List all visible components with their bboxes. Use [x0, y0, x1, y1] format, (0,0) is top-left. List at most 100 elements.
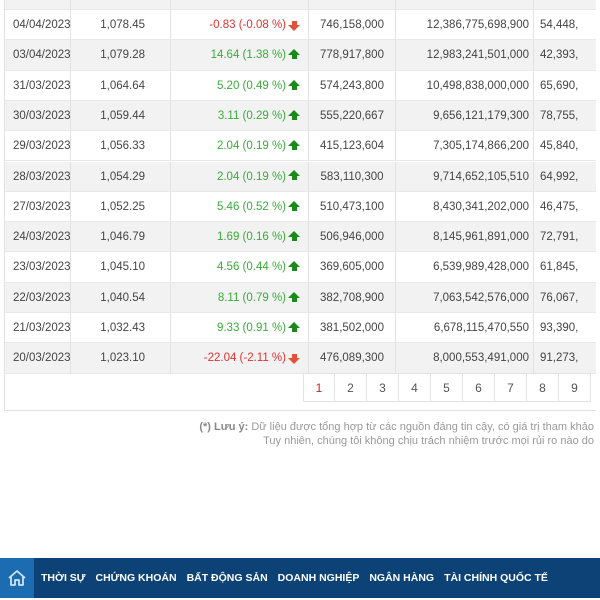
cell — [171, 0, 309, 10]
close-cell: 1,078.45 — [71, 10, 171, 40]
page-7-button[interactable]: 7 — [495, 373, 527, 402]
extra-cell: 46,475, — [540, 200, 579, 213]
change-value: 2.04 (0.19 %) — [216, 140, 286, 153]
date-cell: 29/03/2023 — [5, 131, 71, 161]
page-6-button[interactable]: 6 — [463, 373, 495, 402]
extra-cell: 42,393, — [540, 49, 579, 62]
value-cell: 9,656,121,179,300 — [396, 100, 534, 131]
change-value: 4.56 (0.44 %) — [216, 261, 286, 274]
volume-cell: 506,946,000 — [309, 222, 396, 252]
change-cell: 14.64 (1.38 %) — [171, 40, 309, 70]
page-9-button[interactable]: 9 — [559, 373, 591, 402]
note-line-1: Dữ liệu được tổng hợp từ các nguồn đáng … — [248, 421, 594, 433]
arrow-up-icon — [288, 49, 300, 60]
arrow-down-icon — [288, 354, 300, 365]
table-row: 20/03/2023 1,023.10 -22.04 (-2.11 %) 476… — [5, 343, 596, 374]
table-row: 04/04/2023 1,078.45 -0.83 (-0.08 %) 746,… — [5, 10, 596, 41]
change-cell: -0.83 (-0.08 %) — [171, 10, 309, 40]
value-cell: 10,498,838,000,000 — [396, 70, 534, 100]
table-row: 28/03/2023 1,054.29 2.04 (0.19 %) 583,11… — [5, 161, 596, 192]
nav-item[interactable]: BẤT ĐỘNG SẢN — [187, 572, 268, 584]
cell — [534, 0, 596, 9]
change-cell: 1.69 (0.16 %) — [171, 222, 309, 252]
arrow-up-icon — [288, 140, 300, 151]
extra-cell: 64,992, — [540, 170, 579, 183]
change-value: 14.64 (1.38 %) — [210, 49, 286, 62]
extra-cell: 91,273, — [540, 352, 579, 365]
date-cell: 30/03/2023 — [5, 100, 71, 131]
page-2-button[interactable]: 2 — [335, 373, 367, 402]
table-row: 22/03/2023 1,040.54 8.11 (0.79 %) 382,70… — [5, 282, 596, 313]
change-cell: 9.33 (0.91 %) — [171, 313, 309, 343]
value-cell: 8,000,553,491,000 — [396, 343, 534, 373]
close-cell: 1,023.10 — [71, 343, 171, 373]
change-value: 8.11 (0.79 %) — [217, 291, 286, 304]
nav-item[interactable]: DOANH NGHIỆP — [278, 572, 360, 584]
page-5-button[interactable]: 5 — [431, 373, 463, 402]
page-4-button[interactable]: 4 — [399, 373, 431, 402]
nav-item[interactable]: NGÂN HÀNG — [369, 572, 434, 584]
nav-item[interactable]: THỜI SỰ — [41, 572, 86, 584]
table-row: 30/03/2023 1,059.44 3.11 (0.29 %) 555,22… — [5, 100, 596, 132]
close-cell: 1,045.10 — [71, 252, 171, 282]
close-cell: 1,046.79 — [71, 222, 171, 252]
page-8-button[interactable]: 8 — [527, 373, 559, 402]
value-cell: 6,539,989,428,000 — [396, 252, 534, 282]
volume-cell: 510,473,100 — [309, 191, 396, 222]
extra-cell: 76,067, — [540, 291, 579, 304]
arrow-up-icon — [288, 291, 300, 302]
change-cell: 2.04 (0.19 %) — [171, 161, 309, 191]
table-row: 31/03/2023 1,064.64 5.20 (0.49 %) 574,24… — [5, 70, 596, 101]
volume-cell: 746,158,000 — [309, 10, 396, 40]
change-cell: 4.56 (0.44 %) — [171, 252, 309, 282]
nav-item[interactable]: TÀI CHÍNH QUỐC TẾ — [444, 572, 548, 584]
arrow-up-icon — [288, 321, 300, 332]
page-3-button[interactable]: 3 — [367, 373, 399, 402]
note-label: (*) Lưu ý: — [199, 421, 249, 433]
date-cell: 31/03/2023 — [5, 70, 71, 100]
nav-item[interactable]: CHỨNG KHOÁN — [96, 572, 177, 584]
date-cell: 23/03/2023 — [5, 252, 71, 282]
market-history-table: 04/04/2023 1,078.45 -0.83 (-0.08 %) 746,… — [4, 0, 596, 411]
table-row: 03/04/2023 1,079.28 14.64 (1.38 %) 778,9… — [5, 40, 596, 71]
cell — [309, 0, 396, 10]
close-cell: 1,059.44 — [71, 100, 171, 131]
cell — [5, 0, 71, 10]
arrow-up-icon — [288, 170, 300, 181]
change-value: 2.04 (0.19 %) — [216, 170, 286, 183]
extra-cell: 65,690, — [540, 79, 579, 92]
volume-cell: 382,708,900 — [309, 282, 396, 312]
change-value: 3.11 (0.29 %) — [217, 109, 286, 122]
volume-cell: 415,123,604 — [309, 131, 396, 161]
home-icon — [8, 570, 26, 586]
volume-cell: 369,605,000 — [309, 252, 396, 282]
arrow-up-icon — [288, 109, 300, 120]
value-cell: 7,305,174,866,200 — [396, 131, 534, 161]
change-cell: -22.04 (-2.11 %) — [171, 343, 309, 373]
value-cell: 12,386,775,698,900 — [396, 10, 534, 40]
date-cell: 21/03/2023 — [5, 313, 71, 343]
date-cell: 24/03/2023 — [5, 222, 71, 252]
extra-cell: 78,755, — [540, 109, 579, 122]
home-button[interactable] — [0, 558, 34, 598]
change-cell: 3.11 (0.29 %) — [171, 100, 309, 131]
change-value: -0.83 (-0.08 %) — [209, 19, 286, 31]
cell — [396, 0, 534, 10]
arrow-up-icon — [288, 79, 300, 90]
value-cell: 6,678,115,470,550 — [396, 313, 534, 343]
change-cell: 2.04 (0.19 %) — [171, 131, 309, 161]
change-value: 5.20 (0.49 %) — [216, 79, 286, 92]
close-cell: 1,079.28 — [71, 40, 171, 70]
change-cell: 8.11 (0.79 %) — [171, 282, 309, 312]
table-row: 29/03/2023 1,056.33 2.04 (0.19 %) 415,12… — [5, 131, 596, 162]
extra-cell: 45,840, — [540, 140, 579, 153]
volume-cell: 778,917,800 — [309, 40, 396, 70]
change-cell: 5.46 (0.52 %) — [171, 191, 309, 222]
extra-cell: 61,845, — [540, 261, 579, 274]
page-1-button[interactable]: 1 — [303, 373, 335, 402]
table-row-partial — [5, 0, 596, 11]
value-cell: 9,714,652,105,510 — [396, 161, 534, 191]
date-cell: 03/04/2023 — [5, 40, 71, 70]
arrow-up-icon — [288, 231, 300, 242]
volume-cell: 476,089,300 — [309, 343, 396, 373]
